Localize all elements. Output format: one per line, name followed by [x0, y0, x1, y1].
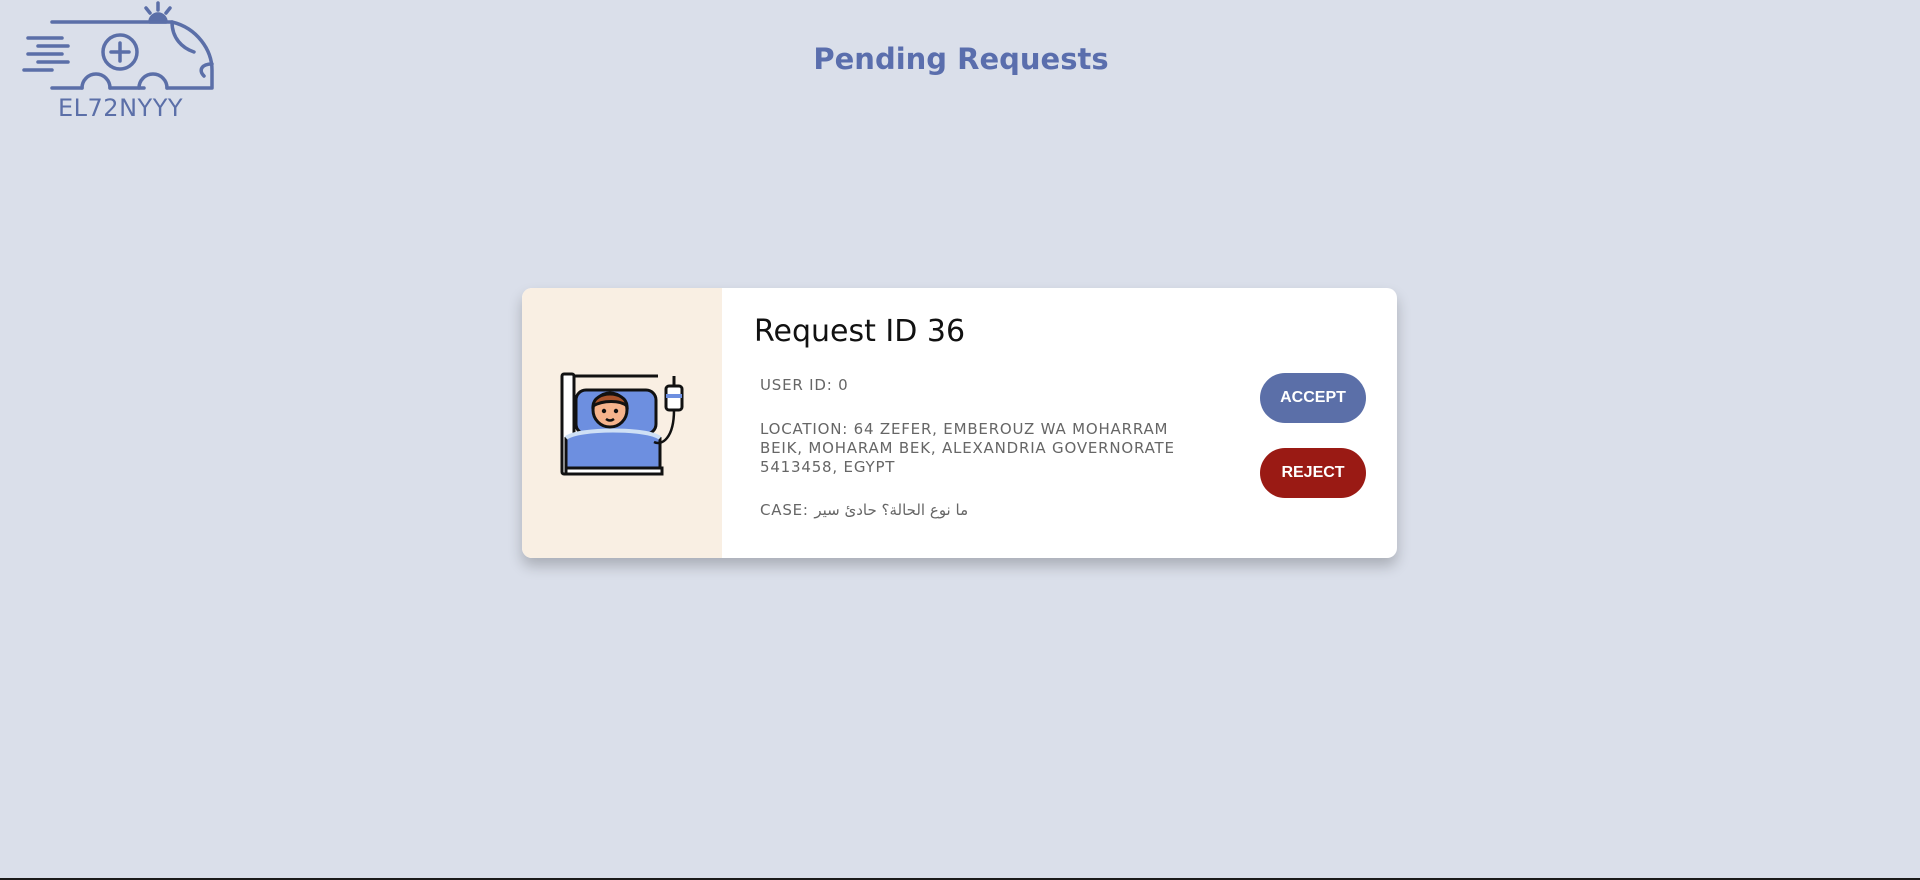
- request-user-id: USER ID: 0: [760, 376, 849, 394]
- request-title: Request ID 36: [754, 314, 966, 349]
- brand-name: EL72NYYY: [58, 94, 184, 122]
- request-card-image: [522, 288, 722, 558]
- page: EL72NYYY Pending Requests Request ID 36 …: [0, 0, 1920, 880]
- reject-button[interactable]: REJECT: [1260, 448, 1366, 498]
- page-title: Pending Requests: [813, 42, 1109, 76]
- request-case: CASE: ما نوع الحالة؟ حادئ سير: [760, 501, 969, 519]
- request-location: LOCATION: 64 ZEFER, EMBEROUZ WA MOHARRAM…: [760, 420, 1175, 476]
- request-card: Request ID 36 USER ID: 0 LOCATION: 64 ZE…: [522, 288, 1397, 558]
- accept-button[interactable]: ACCEPT: [1260, 373, 1366, 423]
